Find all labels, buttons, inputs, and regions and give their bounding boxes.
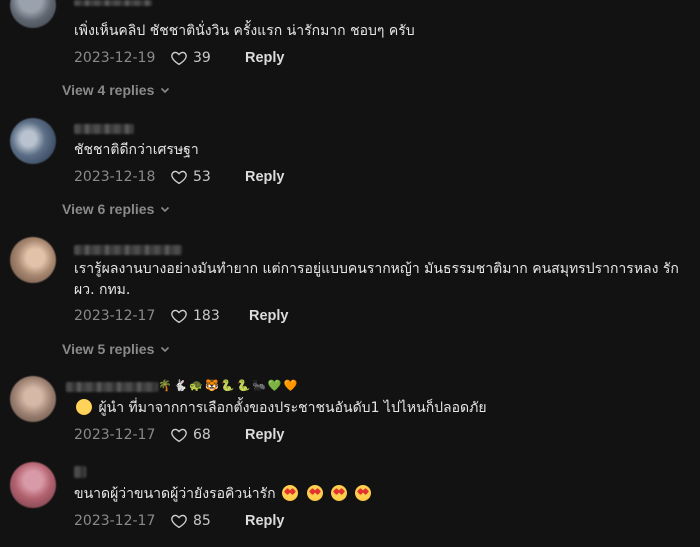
avatar[interactable] [10, 118, 56, 164]
like-count: 68 [193, 427, 211, 443]
comment-date: 2023-12-17 [74, 513, 156, 529]
username-blurred [74, 0, 152, 6]
comment-meta: 2023-12-17 68 Reply [74, 424, 285, 446]
smiling-face-with-heart-eyes-emoji-icon [306, 485, 323, 501]
view-replies-button[interactable]: View 5 replies [62, 341, 170, 357]
comment-text: เรารู้ผลงานบางอย่างมันทำยาก แต่การอยู่แบ… [74, 261, 679, 298]
comment-text: ผู้นำ ที่มาจากการเลือกตั้งของประชาชนอันด… [74, 398, 686, 419]
heart-outline-icon [171, 309, 187, 324]
comment-date: 2023-12-18 [74, 169, 156, 185]
chevron-down-icon [161, 206, 170, 213]
avatar[interactable] [10, 0, 56, 28]
comment-date: 2023-12-17 [74, 427, 156, 443]
view-replies-label: View 5 replies [62, 341, 155, 357]
reply-button[interactable]: Reply [249, 308, 289, 324]
comment-meta: 2023-12-17 85 Reply [74, 510, 285, 532]
smiling-face-with-heart-eyes-emoji-icon [282, 485, 299, 501]
reply-button[interactable]: Reply [245, 427, 285, 443]
reply-button[interactable]: Reply [245, 513, 285, 529]
like-button[interactable]: 85 [170, 512, 231, 530]
view-replies-button[interactable]: View 4 replies [62, 82, 170, 98]
comment-text: ชัชชาติดีกว่าเศรษฐา [74, 142, 199, 158]
comment-date: 2023-12-19 [74, 50, 156, 66]
like-button[interactable]: 183 [170, 307, 235, 325]
like-button[interactable]: 53 [170, 168, 231, 186]
like-count: 39 [193, 50, 211, 66]
username-blurred [74, 245, 182, 255]
smiling-face-with-heart-eyes-emoji-icon [355, 485, 372, 501]
comment-meta: 2023-12-18 53 Reply [74, 166, 285, 188]
view-replies-label: View 4 replies [62, 82, 155, 98]
comment-text: ขนาดผู้ว่าขนาดผู้ว่ายังรอคิวน่ารัก [74, 484, 686, 505]
comment-text-body: ผู้นำ ที่มาจากการเลือกตั้งของประชาชนอันด… [98, 400, 487, 416]
comment-meta: 2023-12-17 183 Reply [74, 305, 289, 327]
chevron-down-icon [161, 87, 170, 94]
username-blurred [74, 466, 86, 478]
smiling-face-emoji-icon [76, 399, 92, 415]
comment-text: เพิ่งเห็นคลิป ชัชชาตินั่งวิน ครั้งแรก น่… [74, 23, 415, 39]
heart-outline-icon [171, 170, 187, 185]
comment-meta: 2023-12-19 39 Reply [74, 47, 285, 69]
avatar[interactable] [10, 237, 56, 283]
like-count: 53 [193, 169, 211, 185]
comment-date: 2023-12-17 [74, 308, 156, 324]
chevron-down-icon [161, 346, 170, 353]
reply-button[interactable]: Reply [245, 50, 285, 66]
username-emojis: 🌴🐇🐢🐯🐍🐍🐜💚🧡 [158, 379, 300, 392]
like-button[interactable]: 39 [170, 49, 231, 67]
view-replies-label: View 6 replies [62, 201, 155, 217]
heart-outline-icon [171, 428, 187, 443]
reply-button[interactable]: Reply [245, 169, 285, 185]
avatar[interactable] [10, 462, 56, 508]
smiling-face-with-heart-eyes-emoji-icon [331, 485, 348, 501]
username-blurred [66, 382, 158, 392]
like-button[interactable]: 68 [170, 426, 231, 444]
heart-outline-icon [171, 514, 187, 529]
like-count: 183 [193, 308, 220, 324]
avatar[interactable] [10, 376, 56, 422]
like-count: 85 [193, 513, 211, 529]
view-replies-button[interactable]: View 6 replies [62, 201, 170, 217]
heart-outline-icon [171, 51, 187, 66]
comment-text-body: ขนาดผู้ว่าขนาดผู้ว่ายังรอคิวน่ารัก [74, 486, 276, 502]
username-blurred [74, 124, 134, 134]
